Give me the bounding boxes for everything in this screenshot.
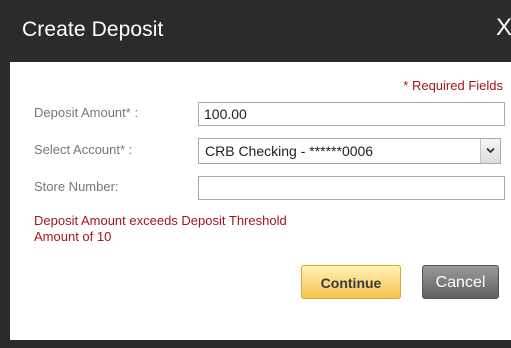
continue-button[interactable]: Continue <box>301 265 401 299</box>
store-number-label: Store Number: <box>34 179 119 194</box>
store-number-input[interactable] <box>198 176 505 200</box>
account-select[interactable]: CRB Checking - ******0006 <box>198 138 501 164</box>
select-account-label: Select Account* : <box>34 142 133 157</box>
dialog-content: * Required Fields Deposit Amount* : Sele… <box>10 62 511 340</box>
deposit-amount-input[interactable] <box>198 102 505 126</box>
account-select-value: CRB Checking - ******0006 <box>205 143 374 159</box>
error-message: Deposit Amount exceeds Deposit Threshold… <box>34 213 287 244</box>
create-deposit-dialog: Create Deposit X * Required Fields Depos… <box>0 0 511 348</box>
dialog-title-bar: Create Deposit X <box>0 0 511 62</box>
chevron-down-icon <box>486 147 495 154</box>
required-fields-note: * Required Fields <box>403 78 503 93</box>
deposit-amount-label: Deposit Amount* : <box>34 105 139 120</box>
dialog-title: Create Deposit <box>22 18 164 41</box>
cancel-button[interactable]: Cancel <box>422 265 499 299</box>
dropdown-button[interactable] <box>480 139 500 163</box>
close-icon[interactable]: X <box>496 14 511 42</box>
